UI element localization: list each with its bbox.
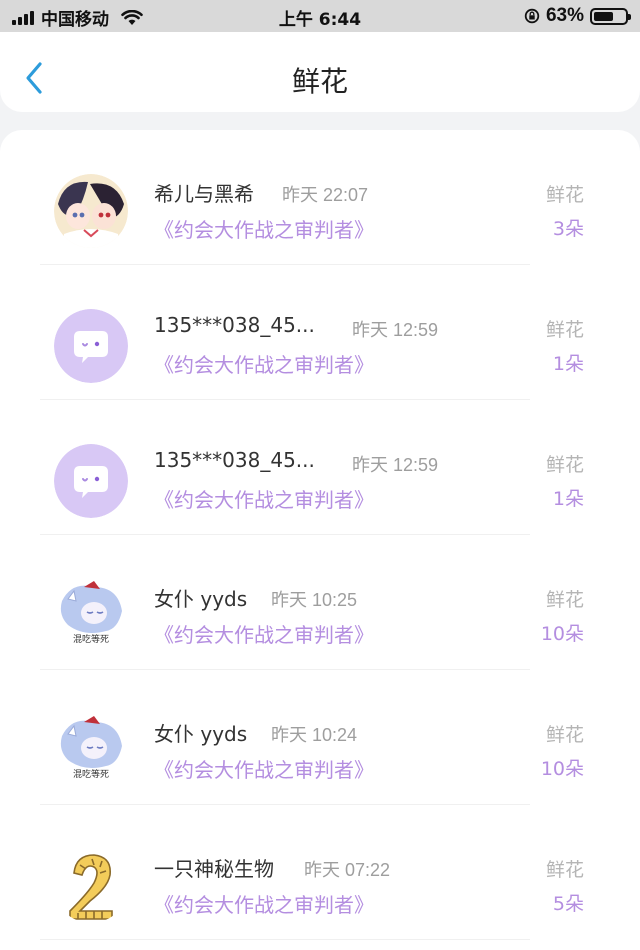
record-list-item[interactable]: 混吃等死 女仆 yyds 昨天 10:25 《约会大作战之审判者》 鲜花 10朵: [0, 535, 640, 670]
user-avatar[interactable]: 混吃等死: [54, 714, 128, 788]
book-title-link[interactable]: 《约会大作战之审判者》: [154, 889, 374, 918]
gift-type: 鲜花: [545, 184, 584, 206]
record-list-item[interactable]: 135***038_45... 昨天 12:59 《约会大作战之审判者》 鲜花 1朵: [0, 400, 640, 535]
user-name[interactable]: 135***038_45...: [154, 448, 315, 472]
user-avatar[interactable]: [54, 174, 128, 248]
battery-icon: [590, 7, 631, 25]
user-avatar[interactable]: [54, 444, 128, 518]
gift-type: 鲜花: [545, 319, 584, 341]
rotation-lock-icon: [524, 8, 540, 24]
record-list-item[interactable]: 混吃等死 女仆 yyds 昨天 10:24 《约会大作战之审判者》 鲜花 10朵: [0, 670, 640, 805]
user-avatar-image: [54, 849, 128, 923]
send-time: 昨天 07:22: [304, 860, 391, 880]
user-name[interactable]: 希儿与黑希: [154, 178, 254, 207]
gift-type: 鲜花: [545, 454, 584, 476]
book-title-link[interactable]: 《约会大作战之审判者》: [154, 754, 374, 783]
user-name[interactable]: 一只神秘生物: [154, 853, 274, 882]
page-title: 鲜花: [291, 65, 348, 98]
gift-count: 3朵: [552, 218, 584, 240]
send-time: 昨天 10:24: [271, 725, 358, 745]
user-name[interactable]: 女仆 yyds: [154, 583, 247, 612]
status-right: 63%: [524, 5, 631, 27]
gift-type: 鲜花: [545, 724, 584, 746]
user-avatar-image: [54, 174, 128, 248]
flower-record-list: 希儿与黑希 昨天 22:07 《约会大作战之审判者》 鲜花 3朵 135***038_45…: [0, 130, 640, 950]
send-time: 昨天 12:59: [352, 455, 439, 475]
avatar-caption: 混吃等死: [73, 768, 109, 780]
row-divider: [40, 939, 530, 940]
send-time: 昨天 22:07: [282, 185, 369, 205]
battery-percent: 63%: [545, 5, 584, 26]
user-avatar-image: 混吃等死: [54, 579, 128, 653]
default-avatar-icon: [54, 444, 128, 518]
book-title-link[interactable]: 《约会大作战之审判者》: [154, 214, 374, 243]
record-list-item[interactable]: 希儿与黑希 昨天 22:07 《约会大作战之审判者》 鲜花 3朵: [0, 130, 640, 265]
gift-count: 1朵: [552, 488, 584, 510]
gift-count: 10朵: [540, 623, 584, 645]
gift-count: 1朵: [552, 353, 584, 375]
send-time: 昨天 10:25: [271, 590, 358, 610]
gift-type: 鲜花: [545, 859, 584, 881]
user-avatar-image: 混吃等死: [54, 714, 128, 788]
record-list-item[interactable]: 一只神秘生物 昨天 07:22 《约会大作战之审判者》 鲜花 5朵: [0, 805, 640, 940]
user-avatar[interactable]: [54, 309, 128, 383]
gift-count: 5朵: [552, 893, 584, 915]
book-title-link[interactable]: 《约会大作战之审判者》: [154, 349, 374, 378]
user-avatar[interactable]: [54, 849, 128, 923]
gift-count: 10朵: [540, 758, 584, 780]
status-bar: 中国移动 上午 6:44 63%: [0, 0, 640, 32]
gift-type: 鲜花: [545, 589, 584, 611]
send-time: 昨天 12:59: [352, 320, 439, 340]
book-title-link[interactable]: 《约会大作战之审判者》: [154, 619, 374, 648]
default-avatar-icon: [54, 309, 128, 383]
record-list-item[interactable]: 135***038_45... 昨天 12:59 《约会大作战之审判者》 鲜花 1朵: [0, 265, 640, 400]
user-name[interactable]: 135***038_45...: [154, 313, 315, 337]
nav-bar: 鲜花: [0, 32, 640, 112]
book-title-link[interactable]: 《约会大作战之审判者》: [154, 484, 374, 513]
user-name[interactable]: 女仆 yyds: [154, 718, 247, 747]
avatar-caption: 混吃等死: [73, 633, 109, 645]
user-avatar[interactable]: 混吃等死: [54, 579, 128, 653]
